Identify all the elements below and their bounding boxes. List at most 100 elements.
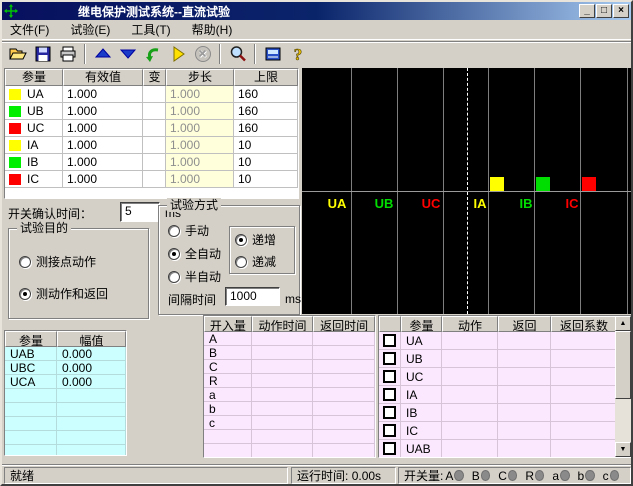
radio-manual[interactable]: 手动 — [168, 222, 209, 239]
vary-cell[interactable] — [143, 154, 166, 171]
limit-cell[interactable]: 160 — [234, 86, 298, 103]
param-label: IA — [27, 137, 38, 153]
radio-label: 全自动 — [185, 245, 221, 262]
row-checkbox[interactable] — [383, 442, 396, 455]
row-checkbox[interactable] — [383, 370, 396, 383]
radio-increment[interactable]: 递增 — [235, 231, 276, 248]
col-header-return-time: 返回时间 — [313, 316, 375, 332]
close-button[interactable]: × — [613, 4, 629, 18]
row-checkbox[interactable] — [383, 334, 396, 347]
save-icon[interactable] — [30, 43, 55, 65]
col-header-return: 返回 — [498, 316, 551, 332]
interval-input[interactable]: 1000 — [225, 287, 280, 306]
chart-marker — [536, 177, 550, 191]
step-cell[interactable]: 1.000 — [166, 120, 234, 137]
param-label: UCA — [5, 375, 57, 389]
radio-label: 手动 — [185, 222, 209, 239]
switch-name: A — [445, 469, 453, 483]
step-cell[interactable]: 1.000 — [166, 154, 234, 171]
param-label: UAB — [401, 440, 442, 458]
step-cell[interactable]: 1.000 — [166, 171, 234, 188]
input-label: A — [204, 332, 252, 346]
print-icon[interactable] — [55, 43, 80, 65]
input-label: b — [204, 402, 252, 416]
col-header-param: 参量 — [5, 69, 63, 86]
param-label: IA — [401, 386, 442, 404]
step-down-icon[interactable] — [115, 43, 140, 65]
help-icon[interactable]: ? — [285, 43, 310, 65]
radio-decrement[interactable]: 递减 — [235, 253, 276, 270]
value-cell[interactable]: 1.000 — [63, 154, 143, 171]
color-swatch — [9, 157, 21, 168]
col-header-param: 参量 — [5, 331, 57, 347]
col-header-param: 参量 — [401, 316, 442, 332]
switch-state-icon — [508, 470, 517, 481]
radio-icon — [168, 271, 180, 283]
radio-icon — [235, 234, 247, 246]
vary-cell[interactable] — [143, 171, 166, 188]
input-label: c — [204, 416, 252, 430]
maximize-button[interactable]: □ — [596, 4, 612, 18]
step-cell[interactable]: 1.000 — [166, 86, 234, 103]
param-label: UBC — [5, 361, 57, 375]
switch-name: a — [552, 469, 559, 483]
table-row: b — [204, 402, 375, 416]
value-cell[interactable]: 1.000 — [63, 171, 143, 188]
limit-cell[interactable]: 160 — [234, 120, 298, 137]
limit-cell[interactable]: 10 — [234, 137, 298, 154]
menu-tools[interactable]: 工具(T) — [123, 19, 178, 40]
stop-icon — [190, 43, 215, 65]
param-label: UA — [27, 86, 44, 102]
zoom-icon[interactable] — [225, 43, 250, 65]
row-checkbox[interactable] — [383, 406, 396, 419]
table-row: a — [204, 388, 375, 402]
menu-help[interactable]: 帮助(H) — [184, 19, 241, 40]
waveform-chart: UA UB UC IA IB IC — [302, 68, 632, 314]
color-swatch — [9, 123, 21, 134]
step-cell[interactable]: 1.000 — [166, 137, 234, 154]
menu-test[interactable]: 试验(E) — [62, 19, 118, 40]
svg-text:?: ? — [293, 45, 302, 64]
row-checkbox[interactable] — [383, 424, 396, 437]
radio-semi-auto[interactable]: 半自动 — [168, 268, 221, 285]
scroll-up-icon[interactable]: ▲ — [615, 316, 631, 331]
limit-cell[interactable]: 10 — [234, 171, 298, 188]
limit-cell[interactable]: 160 — [234, 103, 298, 120]
radio-full-auto[interactable]: 全自动 — [168, 245, 221, 262]
confirm-time-input[interactable]: 5 — [120, 202, 160, 222]
calculator-icon[interactable] — [260, 43, 285, 65]
amplitude-value: 0.000 — [57, 347, 126, 361]
param-label: UB — [27, 103, 44, 119]
switch-label: 开关量: — [404, 467, 443, 484]
menu-file[interactable]: 文件(F) — [2, 19, 57, 40]
table-row: IC — [379, 422, 631, 440]
radio-test-contact-action[interactable]: 测接点动作 — [19, 253, 96, 270]
radio-test-action-return[interactable]: 测动作和返回 — [19, 285, 108, 302]
vary-cell[interactable] — [143, 137, 166, 154]
value-cell[interactable]: 1.000 — [63, 103, 143, 120]
value-cell[interactable]: 1.000 — [63, 120, 143, 137]
table-row: UAB 0.000 — [5, 347, 126, 361]
step-cell[interactable]: 1.000 — [166, 103, 234, 120]
scrollbar-thumb[interactable] — [615, 331, 631, 399]
param-label: IB — [401, 404, 442, 422]
row-checkbox[interactable] — [383, 352, 396, 365]
scroll-down-icon[interactable]: ▼ — [615, 442, 631, 457]
value-cell[interactable]: 1.000 — [63, 137, 143, 154]
reset-icon[interactable] — [140, 43, 165, 65]
step-up-icon[interactable] — [90, 43, 115, 65]
radio-icon — [168, 248, 180, 260]
vary-cell[interactable] — [143, 120, 166, 137]
minimize-button[interactable]: _ — [579, 4, 595, 18]
vary-cell[interactable] — [143, 86, 166, 103]
table-row: UB — [379, 350, 631, 368]
value-cell[interactable]: 1.000 — [63, 86, 143, 103]
start-icon[interactable] — [165, 43, 190, 65]
row-checkbox[interactable] — [383, 388, 396, 401]
col-header-limit: 上限 — [234, 69, 298, 86]
vertical-scrollbar[interactable]: ▲ ▼ — [615, 316, 631, 457]
vary-cell[interactable] — [143, 103, 166, 120]
radio-label: 测动作和返回 — [36, 285, 108, 302]
limit-cell[interactable]: 10 — [234, 154, 298, 171]
open-file-icon[interactable] — [5, 43, 30, 65]
